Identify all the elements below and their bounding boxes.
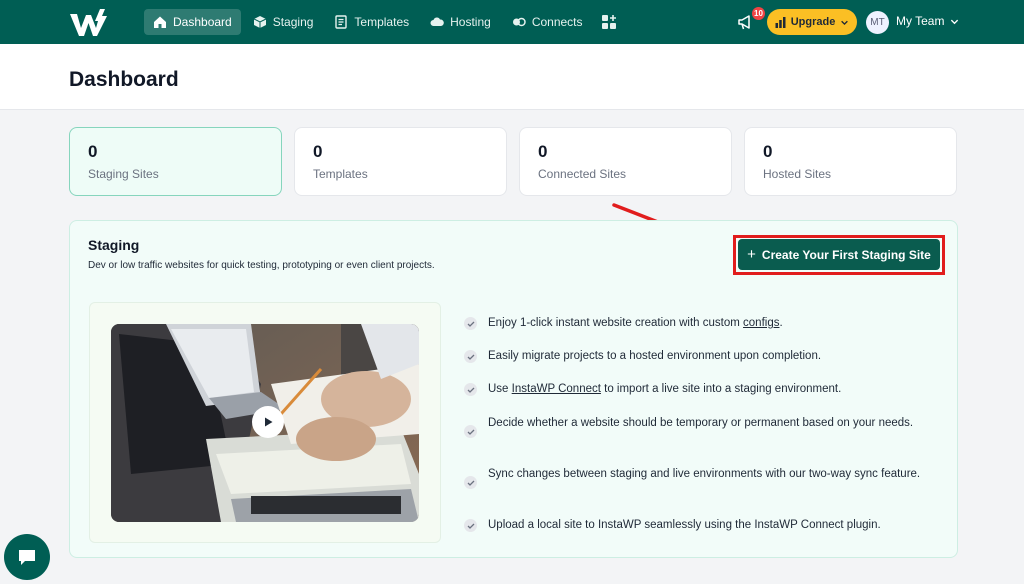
stat-value: 0 [313, 142, 323, 161]
check-icon [464, 317, 477, 330]
avatar[interactable]: MT [866, 11, 889, 34]
staging-card: Staging Dev or low traffic websites for … [69, 220, 958, 558]
feature-text: . [779, 317, 783, 329]
feature-text: to import a live site into a staging env… [600, 383, 842, 395]
nav-item-templates[interactable]: Templates [325, 9, 418, 35]
stat-card-hosted-sites[interactable]: 0 Hosted Sites [744, 127, 957, 196]
nav-item-label: Dashboard [173, 15, 232, 29]
feature-text: Easily migrate projects to a hosted envi… [488, 350, 822, 362]
document-icon [334, 15, 348, 29]
home-icon [153, 15, 167, 29]
instawp-logo[interactable] [68, 6, 112, 40]
notification-badge: 10 [752, 7, 765, 20]
page-title: Dashboard [69, 68, 179, 91]
team-switcher[interactable]: My Team [896, 14, 959, 28]
nav-item-staging[interactable]: Staging [244, 9, 323, 35]
upgrade-button[interactable]: Upgrade [767, 9, 857, 35]
nav-item-hosting[interactable]: Hosting [421, 9, 500, 35]
nav-item-label: Connects [531, 15, 583, 29]
chat-icon [19, 550, 35, 565]
chevron-down-icon [841, 20, 849, 25]
check-icon [464, 383, 477, 396]
configs-link[interactable]: configs [743, 317, 779, 329]
staging-title: Staging [88, 237, 140, 253]
nav-item-label: Staging [272, 15, 314, 29]
cloud-icon [430, 15, 444, 29]
feature-text: Upload a local site to InstaWP seamlessl… [488, 519, 881, 531]
nav-item-label: Templates [354, 15, 410, 29]
stat-label: Staging Sites [88, 167, 159, 181]
create-staging-site-label: Create Your First Staging Site [761, 247, 931, 262]
video-thumbnail[interactable] [111, 324, 419, 522]
stat-label: Templates [313, 167, 368, 181]
play-icon [265, 417, 273, 427]
stat-label: Hosted Sites [763, 167, 832, 181]
feature-text: Use [488, 383, 512, 395]
apps-grid-icon[interactable] [601, 14, 617, 30]
chat-widget-button[interactable] [4, 534, 50, 580]
stat-card-connected-sites[interactable]: 0 Connected Sites [519, 127, 732, 196]
nav-item-label: Hosting [450, 15, 491, 29]
instawp-connect-link[interactable]: InstaWP Connect [512, 383, 601, 395]
staging-subtitle: Dev or low traffic websites for quick te… [88, 260, 435, 271]
check-icon [464, 519, 477, 532]
check-icon [464, 350, 477, 363]
top-navbar: Dashboard Staging Templates Hosting Conn… [0, 0, 1024, 44]
stat-value: 0 [88, 142, 98, 161]
play-button[interactable] [252, 406, 284, 438]
stat-value: 0 [763, 142, 773, 161]
page-header: Dashboard [0, 44, 1024, 110]
check-icon [464, 476, 477, 489]
create-staging-site-button[interactable]: + Create Your First Staging Site [738, 239, 940, 270]
nav-item-connects[interactable]: Connects [503, 9, 592, 35]
feature-text: Sync changes between staging and live en… [488, 468, 921, 480]
feature-text: Decide whether a website should be tempo… [488, 417, 914, 429]
nav-item-dashboard[interactable]: Dashboard [144, 9, 241, 35]
video-panel [89, 302, 441, 543]
upgrade-label: Upgrade [790, 16, 836, 28]
check-icon [464, 425, 477, 438]
cube-icon [253, 15, 267, 29]
stat-card-staging-sites[interactable]: 0 Staging Sites [69, 127, 282, 196]
team-label: My Team [896, 14, 945, 28]
chevron-down-icon [951, 19, 959, 24]
bar-chart-icon [775, 16, 786, 28]
plus-icon: + [747, 246, 756, 263]
feature-text: Enjoy 1-click instant website creation w… [488, 317, 744, 329]
stat-label: Connected Sites [538, 167, 627, 181]
connect-icon [512, 15, 526, 29]
stat-card-templates[interactable]: 0 Templates [294, 127, 507, 196]
stat-value: 0 [538, 142, 548, 161]
